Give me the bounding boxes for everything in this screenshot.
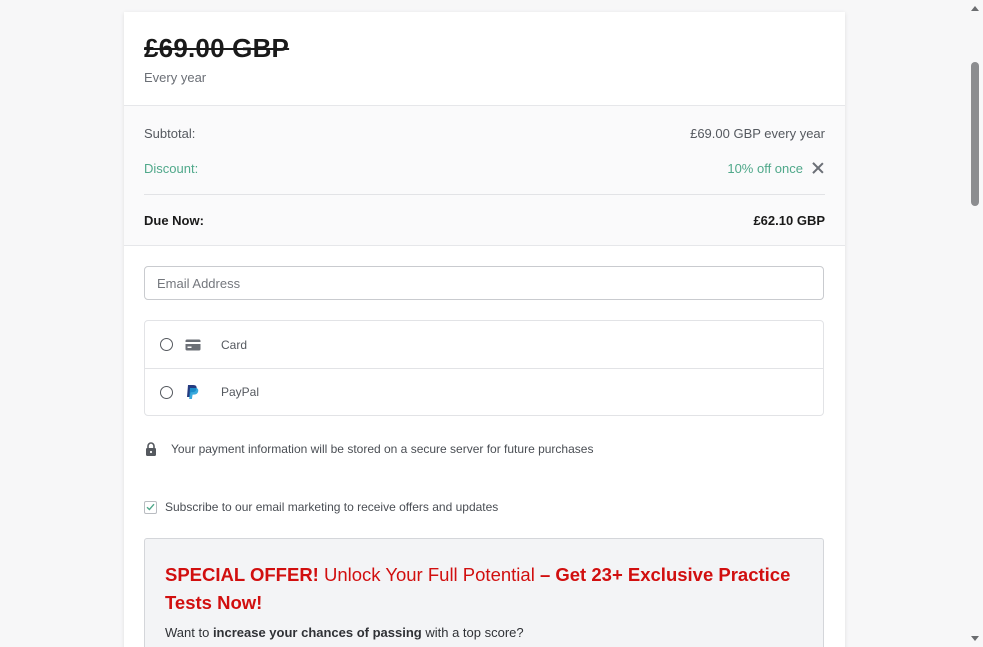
payment-method-paypal[interactable]: PayPal xyxy=(145,368,823,415)
checkout-card: £69.00 GBP Every year Subtotal: £69.00 G… xyxy=(124,12,845,647)
discount-row: Discount: 10% off once xyxy=(124,150,845,186)
paypal-icon xyxy=(185,384,201,400)
payment-methods: Card PayPal xyxy=(144,320,824,416)
discount-value-group: 10% off once xyxy=(727,161,825,176)
email-field[interactable] xyxy=(144,266,824,300)
subtotal-row: Subtotal: £69.00 GBP every year xyxy=(124,106,845,150)
card-icon xyxy=(185,339,201,351)
paypal-label: PayPal xyxy=(221,385,260,399)
lock-icon xyxy=(145,442,161,456)
offer-sub-prefix: Want to xyxy=(165,625,213,640)
order-summary: Subtotal: £69.00 GBP every year Discount… xyxy=(124,106,845,246)
payment-method-card[interactable]: Card xyxy=(145,321,823,368)
subscribe-option[interactable]: Subscribe to our email marketing to rece… xyxy=(144,500,825,514)
paypal-radio[interactable] xyxy=(160,385,173,399)
secure-note-text: Your payment information will be stored … xyxy=(171,442,594,456)
discount-label: Discount: xyxy=(144,160,199,176)
offer-sub-suffix: with a top score? xyxy=(421,625,524,640)
secure-note: Your payment information will be stored … xyxy=(144,442,825,456)
payment-form: Card PayPal Your payment information wil… xyxy=(124,246,845,647)
special-offer-box: SPECIAL OFFER! Unlock Your Full Potentia… xyxy=(144,538,824,647)
offer-sub-bold: increase your chances of passing xyxy=(212,625,422,640)
scroll-up-arrow-icon[interactable] xyxy=(971,6,979,11)
checkmark-icon xyxy=(146,503,155,511)
offer-title-regular: Unlock Your Full Potential xyxy=(318,564,540,585)
remove-discount-close-icon[interactable] xyxy=(811,161,825,175)
subscribe-label: Subscribe to our email marketing to rece… xyxy=(165,500,499,514)
billing-period: Every year xyxy=(144,70,207,85)
discount-value: 10% off once xyxy=(727,160,803,176)
price-header: £69.00 GBP Every year xyxy=(124,12,845,106)
subtotal-label: Subtotal: xyxy=(144,125,196,141)
offer-title-bold-1: SPECIAL OFFER! xyxy=(165,564,319,585)
scrollbar-thumb[interactable] xyxy=(971,62,979,206)
offer-title: SPECIAL OFFER! Unlock Your Full Potentia… xyxy=(165,561,803,617)
subscribe-checkbox[interactable] xyxy=(144,500,157,514)
subtotal-value: £69.00 GBP every year xyxy=(690,125,825,141)
card-label: Card xyxy=(221,337,248,352)
due-now-value: £62.10 GBP xyxy=(753,212,825,228)
offer-subtitle: Want to increase your chances of passing… xyxy=(165,625,803,640)
due-now-row: Due Now: £62.10 GBP xyxy=(124,195,845,245)
scroll-down-arrow-icon[interactable] xyxy=(971,636,979,641)
card-radio[interactable] xyxy=(160,338,173,351)
due-now-label: Due Now: xyxy=(144,212,204,228)
page-scrollbar[interactable] xyxy=(967,0,983,647)
original-price: £69.00 GBP xyxy=(144,33,290,63)
